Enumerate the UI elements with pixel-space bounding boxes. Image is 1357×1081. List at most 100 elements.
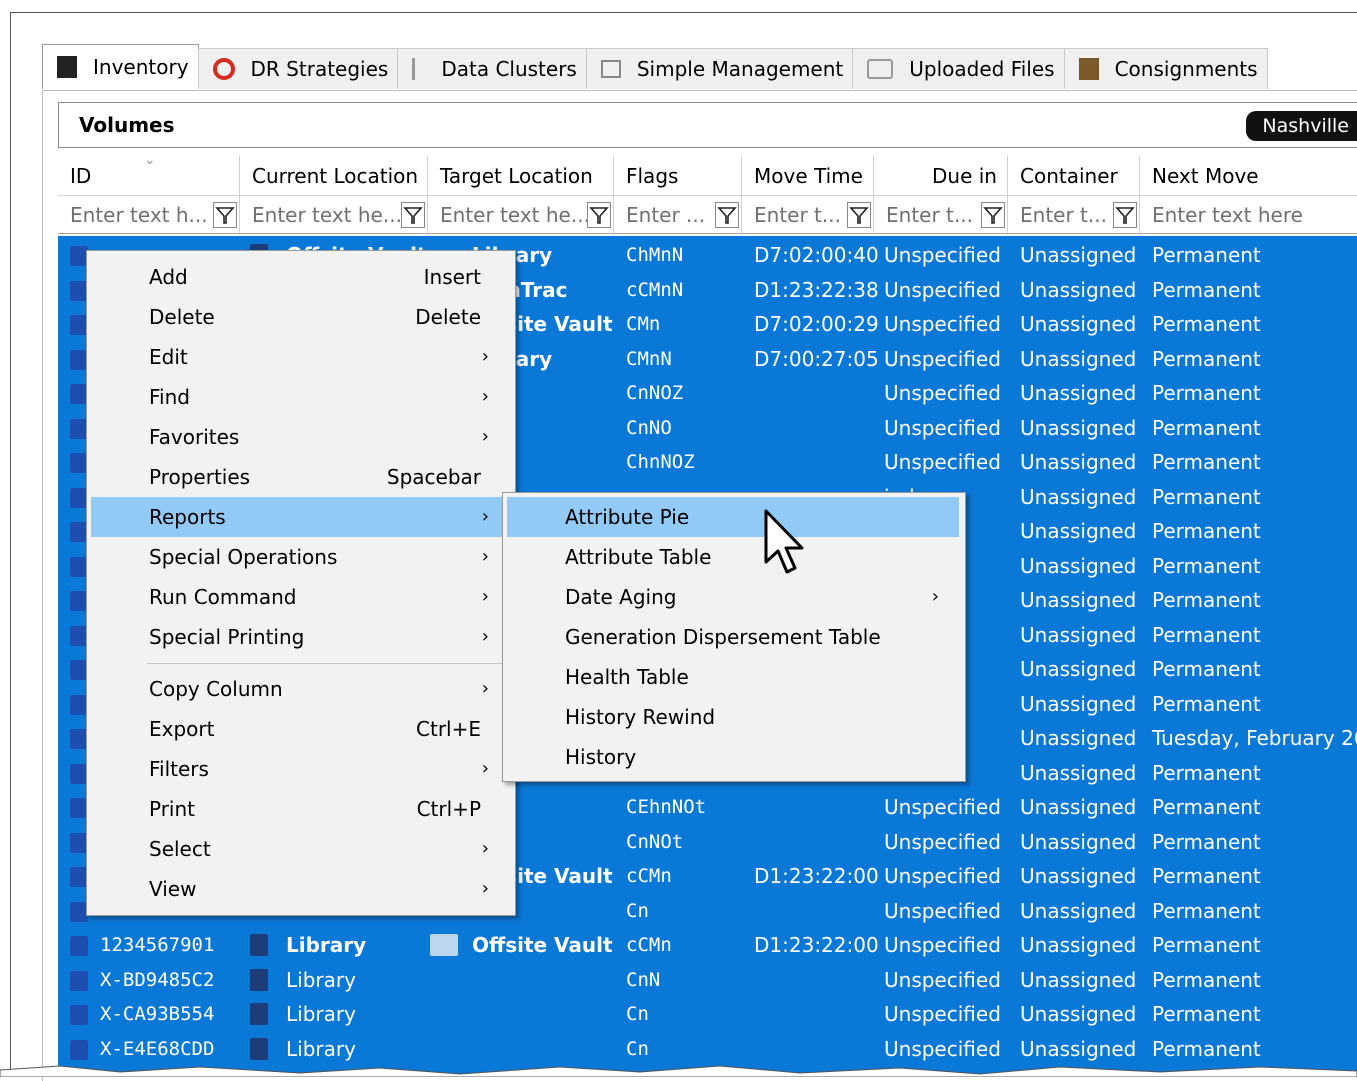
- filter-input[interactable]: Enter t...: [1008, 203, 1107, 227]
- menu-item-print[interactable]: Print Ctrl+P: [91, 789, 509, 829]
- cell-flags: cCMn: [626, 934, 672, 956]
- table-row[interactable]: 1234567901 Library Offsite Vault cCMn D1:23:…: [58, 928, 1357, 962]
- cell-due: Unspecified: [884, 795, 1001, 819]
- cell-flags: cCMnN: [626, 278, 684, 301]
- menu-item-label: Export: [149, 717, 215, 741]
- location-icon: [250, 934, 268, 956]
- menu-item-find[interactable]: Find ›: [91, 377, 509, 417]
- tab-inventory[interactable]: Inventory: [42, 44, 199, 89]
- menu-item-favorites[interactable]: Favorites ›: [91, 417, 509, 457]
- tab-label: Consignments: [1114, 57, 1258, 81]
- menu-item-add[interactable]: Add Insert: [91, 257, 509, 297]
- filter-input[interactable]: Enter ...: [614, 203, 705, 227]
- tab-consignments[interactable]: Consignments: [1063, 48, 1268, 89]
- cell-container: Unassigned: [1020, 519, 1137, 543]
- menu-item-run-command[interactable]: Run Command ›: [91, 577, 509, 617]
- cell-next: Permanent: [1152, 588, 1261, 612]
- simple-management-icon: [600, 60, 621, 78]
- filter-funnel-icon[interactable]: [587, 202, 611, 228]
- cell-next: Permanent: [1152, 898, 1261, 923]
- cell-flags: Cn: [626, 1003, 649, 1025]
- submenu-item-date-aging[interactable]: Date Aging ›: [507, 577, 959, 617]
- menu-item-copy-column[interactable]: Copy Column ›: [91, 669, 509, 709]
- tab-simple-management[interactable]: Simple Management: [585, 48, 854, 89]
- table-row[interactable]: X-E4E68CDD Library Cn Unspecified Unassigned…: [58, 1032, 1357, 1066]
- filter-input[interactable]: Enter text h...: [58, 203, 208, 227]
- cell-due: Unspecified: [884, 967, 1001, 992]
- tab-dr-strategies[interactable]: DR Strategies: [197, 48, 399, 89]
- table-row[interactable]: X-CA93B554 Library Cn Unspecified Unassigned…: [58, 997, 1357, 1031]
- menu-item-special-printing[interactable]: Special Printing ›: [91, 617, 509, 657]
- filter-cell-id[interactable]: Enter text h...: [58, 196, 240, 234]
- column-header-due-in[interactable]: Due in: [874, 156, 1008, 196]
- filter-cell-move-time[interactable]: Enter t...: [742, 196, 874, 234]
- site-badge[interactable]: Nashville: [1246, 111, 1357, 141]
- menu-item-export[interactable]: Export Ctrl+E: [91, 709, 509, 749]
- cell-next: Permanent: [1152, 864, 1261, 888]
- filter-cell-current-location[interactable]: Enter text he...: [240, 196, 428, 234]
- filter-input[interactable]: Enter text here: [1140, 203, 1303, 227]
- menu-item-view[interactable]: View ›: [91, 869, 509, 909]
- tab-uploaded-files[interactable]: Uploaded Files: [852, 48, 1065, 89]
- submenu-item-attribute-pie[interactable]: Attribute Pie: [507, 497, 959, 537]
- cell-container: Unassigned: [1020, 622, 1137, 647]
- volumes-header: Volumes Nashville: [58, 102, 1357, 148]
- column-header-next-move[interactable]: Next Move: [1140, 156, 1357, 196]
- chevron-right-icon: ›: [481, 586, 489, 607]
- cell-container: Unassigned: [1020, 1036, 1137, 1061]
- filter-input[interactable]: Enter text he...: [240, 203, 402, 227]
- chevron-right-icon: ›: [931, 586, 939, 607]
- submenu-item-health-table[interactable]: Health Table: [507, 657, 959, 697]
- column-header-current-location[interactable]: Current Location: [240, 156, 428, 196]
- menu-item-properties[interactable]: Properties Spacebar: [91, 457, 509, 497]
- column-header-move-time[interactable]: Move Time: [742, 156, 874, 196]
- filter-funnel-icon[interactable]: [847, 202, 871, 228]
- filter-cell-next-move[interactable]: Enter text here: [1140, 196, 1357, 234]
- cell-flags: CEhnNOt: [626, 796, 707, 818]
- cell-flags: CnNOt: [626, 830, 684, 853]
- column-header-target-location[interactable]: Target Location: [428, 156, 614, 196]
- filter-cell-container[interactable]: Enter t...: [1008, 196, 1140, 234]
- table-row[interactable]: X-BD9485C2 Library CnN Unspecified Unassigne…: [58, 963, 1357, 997]
- menu-item-select[interactable]: Select ›: [91, 829, 509, 869]
- column-header-flags[interactable]: Flags: [614, 156, 742, 196]
- cell-container: Unassigned: [1020, 760, 1137, 785]
- submenu-item-generation-dispersement-table[interactable]: Generation Dispersement Table: [507, 617, 959, 657]
- menu-item-reports[interactable]: Reports ›: [91, 497, 509, 537]
- mouse-cursor-icon: [764, 509, 804, 574]
- menu-item-edit[interactable]: Edit ›: [91, 337, 509, 377]
- submenu-item-history[interactable]: History: [507, 737, 959, 777]
- submenu-item-history-rewind[interactable]: History Rewind: [507, 697, 959, 737]
- column-header-label: ID: [70, 163, 92, 188]
- cell-flags: Cn: [626, 1037, 649, 1060]
- filter-cell-target-location[interactable]: Enter text he...: [428, 196, 614, 234]
- cell-due: Unspecified: [884, 415, 1001, 440]
- tab-data-clusters[interactable]: Data Clusters: [397, 48, 587, 89]
- column-header-container[interactable]: Container: [1008, 156, 1140, 196]
- filter-funnel-icon[interactable]: [981, 202, 1005, 228]
- filter-funnel-icon[interactable]: [715, 202, 739, 228]
- chevron-right-icon: ›: [481, 626, 489, 647]
- menu-item-delete[interactable]: Delete Delete: [91, 297, 509, 337]
- menu-item-filters[interactable]: Filters ›: [91, 749, 509, 789]
- cell-next: Permanent: [1152, 691, 1261, 716]
- submenu-item-attribute-table[interactable]: Attribute Table: [507, 537, 959, 577]
- filter-cell-due-in[interactable]: Enter t...: [874, 196, 1008, 234]
- cell-container: Unassigned: [1020, 1002, 1137, 1026]
- filter-funnel-icon[interactable]: [401, 202, 425, 228]
- cell-next: Permanent: [1152, 795, 1261, 819]
- data-clusters-icon: [412, 58, 425, 80]
- filter-input[interactable]: Enter text he...: [428, 203, 590, 227]
- filter-funnel-icon[interactable]: [213, 202, 237, 228]
- cell-container: Unassigned: [1020, 967, 1137, 992]
- filter-input[interactable]: Enter t...: [874, 203, 973, 227]
- filter-input[interactable]: Enter t...: [742, 203, 841, 227]
- cell-container: Unassigned: [1020, 277, 1137, 302]
- cell-due: Unspecified: [884, 933, 1001, 957]
- filter-funnel-icon[interactable]: [1113, 202, 1137, 228]
- cell-flags: CMnN: [626, 347, 672, 370]
- uploaded-files-icon: [867, 59, 894, 79]
- filter-cell-flags[interactable]: Enter ...: [614, 196, 742, 234]
- cell-current: Library: [286, 967, 356, 992]
- menu-item-special-operations[interactable]: Special Operations ›: [91, 537, 509, 577]
